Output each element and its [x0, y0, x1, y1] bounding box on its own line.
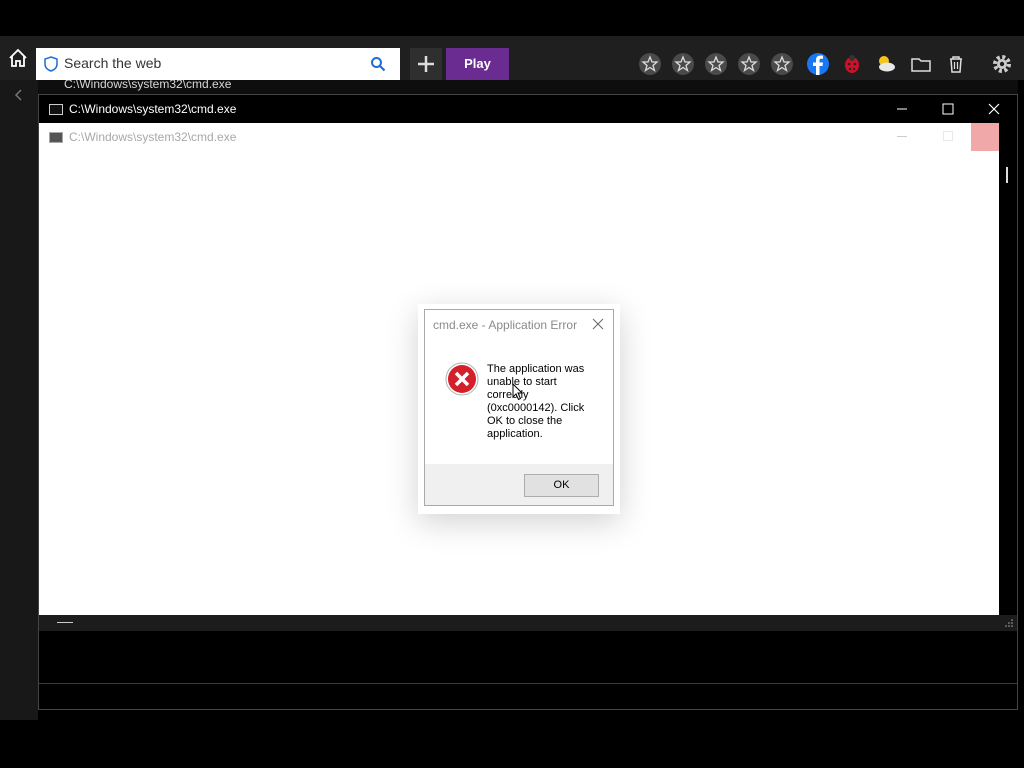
mouse-cursor-icon	[512, 383, 524, 401]
search-icon[interactable]	[370, 56, 386, 72]
inner-window-titlebar[interactable]: C:\Windows\system32\cmd.exe	[39, 123, 1017, 151]
divider	[39, 683, 1017, 684]
cmd-icon	[49, 104, 63, 115]
error-icon	[445, 362, 479, 396]
dialog-title: cmd.exe - Application Error	[433, 318, 578, 332]
facebook-icon[interactable]	[806, 52, 830, 76]
status-dash	[57, 622, 73, 623]
maximize-icon[interactable]	[943, 131, 953, 141]
trash-icon[interactable]	[944, 52, 968, 76]
search-input[interactable]: Search the web	[36, 48, 400, 80]
star-icon[interactable]	[638, 52, 662, 76]
close-icon	[988, 103, 1000, 115]
close-button[interactable]	[971, 95, 1017, 123]
resize-grip-icon[interactable]	[1005, 619, 1013, 627]
cmd-window-titlebar[interactable]: C:\Windows\system32\cmd.exe	[39, 95, 1017, 123]
star-icon[interactable]	[671, 52, 695, 76]
dialog-footer: OK	[425, 464, 613, 505]
gear-icon[interactable]	[990, 52, 1014, 76]
maximize-button[interactable]	[925, 95, 971, 123]
status-bar	[39, 615, 1017, 631]
ok-button[interactable]: OK	[524, 474, 599, 497]
scrollbar[interactable]	[999, 123, 1017, 615]
top-black-band	[0, 0, 1024, 36]
minimize-icon	[897, 108, 907, 110]
inner-window-title: C:\Windows\system32\cmd.exe	[69, 130, 237, 144]
screen: Search the web Play C:\Windows\system32\…	[0, 0, 1024, 768]
add-button[interactable]	[410, 48, 442, 80]
play-button[interactable]: Play	[446, 48, 509, 80]
star-icon[interactable]	[704, 52, 728, 76]
background-window-titlebar[interactable]: C:\Windows\system32\cmd.exe	[38, 80, 1018, 94]
folder-icon[interactable]	[909, 52, 933, 76]
weather-icon[interactable]	[874, 52, 898, 76]
minimize-icon[interactable]	[897, 136, 907, 137]
shield-icon	[44, 56, 58, 72]
cmd-icon	[49, 132, 63, 143]
maximize-icon	[942, 103, 954, 115]
scrollbar-thumb[interactable]	[1006, 167, 1008, 183]
minimize-button[interactable]	[879, 95, 925, 123]
star-icon[interactable]	[737, 52, 761, 76]
cmd-window-title: C:\Windows\system32\cmd.exe	[69, 102, 237, 116]
home-icon[interactable]	[4, 44, 32, 72]
ladybug-icon[interactable]	[840, 52, 864, 76]
application-error-dialog[interactable]: cmd.exe - Application Error The applicat…	[424, 309, 614, 506]
search-placeholder: Search the web	[64, 55, 162, 71]
console-lower-area	[39, 631, 1017, 709]
background-window-title: C:\Windows\system32\cmd.exe	[64, 80, 232, 91]
star-icon[interactable]	[770, 52, 794, 76]
background-window-edge	[0, 80, 38, 720]
back-arrow-icon	[14, 89, 22, 101]
close-icon[interactable]	[591, 317, 605, 331]
dialog-message: The application was unable to start corr…	[487, 363, 585, 440]
plus-icon	[418, 56, 434, 72]
